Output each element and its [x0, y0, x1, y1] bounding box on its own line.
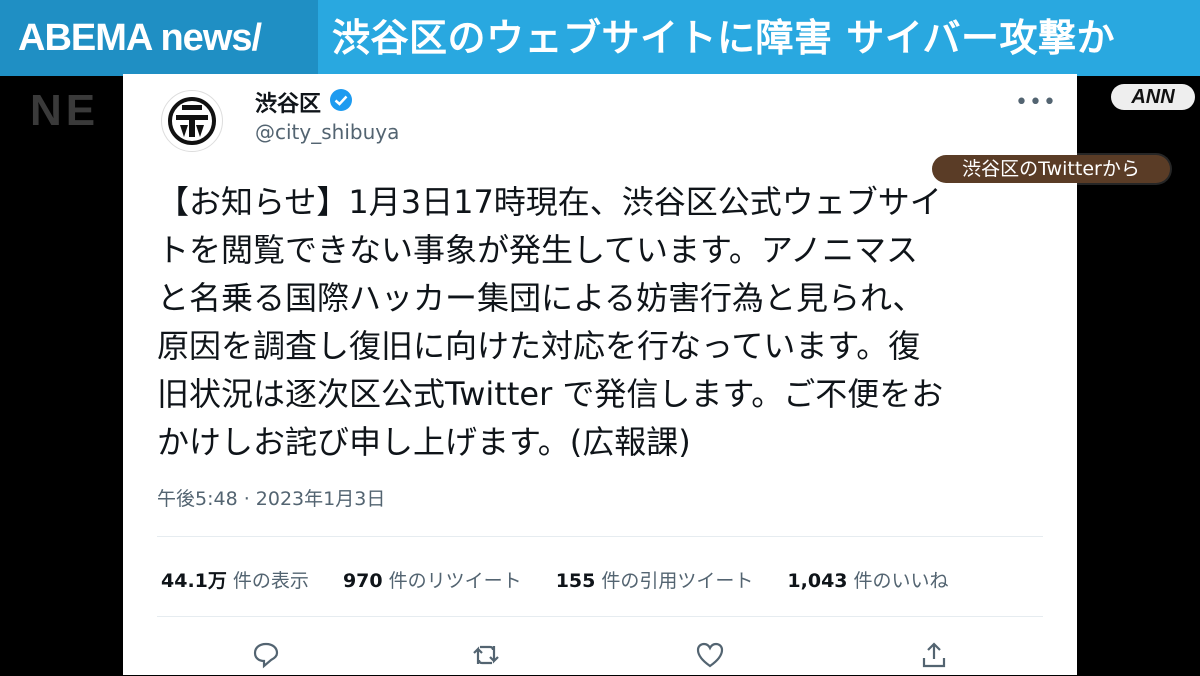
more-options-icon[interactable]: •••: [1015, 90, 1057, 115]
tweet-line: トを閲覧できない事象が発生しています。アノニマス: [157, 231, 918, 269]
stat-likes[interactable]: 1,043 件のいいね: [787, 566, 948, 593]
stat-views[interactable]: 44.1万 件の表示: [161, 566, 309, 593]
tweet-stats: 44.1万 件の表示 970 件のリツイート 155 件の引用ツイート 1,043 件の…: [161, 566, 977, 593]
source-caption: 渋谷区のTwitterから: [932, 155, 1170, 183]
tweet-line: 旧状況は逐次区公式Twitter で発信します。ご不便をお: [157, 375, 944, 413]
divider: [157, 536, 1043, 537]
shibuya-emblem-icon: [168, 97, 216, 145]
ann-logo-badge: ANN: [1111, 84, 1195, 110]
like-icon[interactable]: [695, 640, 731, 676]
reply-icon[interactable]: [251, 640, 287, 676]
tweet-actions: [123, 640, 1077, 676]
abema-news-logo: ABEMA news/: [0, 0, 318, 76]
account-name[interactable]: 渋谷区: [255, 86, 321, 118]
tweet-line: 原因を調査し復旧に向けた対応を行なっています。復: [157, 327, 921, 365]
tweet-line: 【お知らせ】1月3日17時現在、渋谷区公式ウェブサイ: [157, 183, 942, 221]
stat-quote-tweets[interactable]: 155 件の引用ツイート: [556, 566, 754, 593]
tweet-line: と名乗る国際ハッカー集団による妨害行為と見られ、: [157, 279, 925, 317]
watermark-text: NE: [30, 86, 100, 135]
tweet-line: かけしお詫び申し上げます。(広報課): [157, 423, 691, 461]
divider: [157, 616, 1043, 617]
avatar[interactable]: [161, 90, 223, 152]
verified-badge-icon: [330, 89, 352, 111]
share-icon[interactable]: [919, 640, 955, 676]
headline: 渋谷区のウェブサイトに障害 サイバー攻撃か: [332, 16, 1115, 60]
retweet-icon[interactable]: [471, 640, 507, 676]
news-banner: ABEMA news/ 渋谷区のウェブサイトに障害 サイバー攻撃か: [0, 0, 1200, 76]
tweet-timestamp[interactable]: 午後5:48 · 2023年1月3日: [157, 484, 385, 511]
tweet-body: 【お知らせ】1月3日17時現在、渋谷区公式ウェブサイ トを閲覧できない事象が発生…: [157, 178, 1047, 466]
stat-retweets[interactable]: 970 件のリツイート: [343, 566, 522, 593]
account-handle[interactable]: @city_shibuya: [255, 120, 399, 144]
